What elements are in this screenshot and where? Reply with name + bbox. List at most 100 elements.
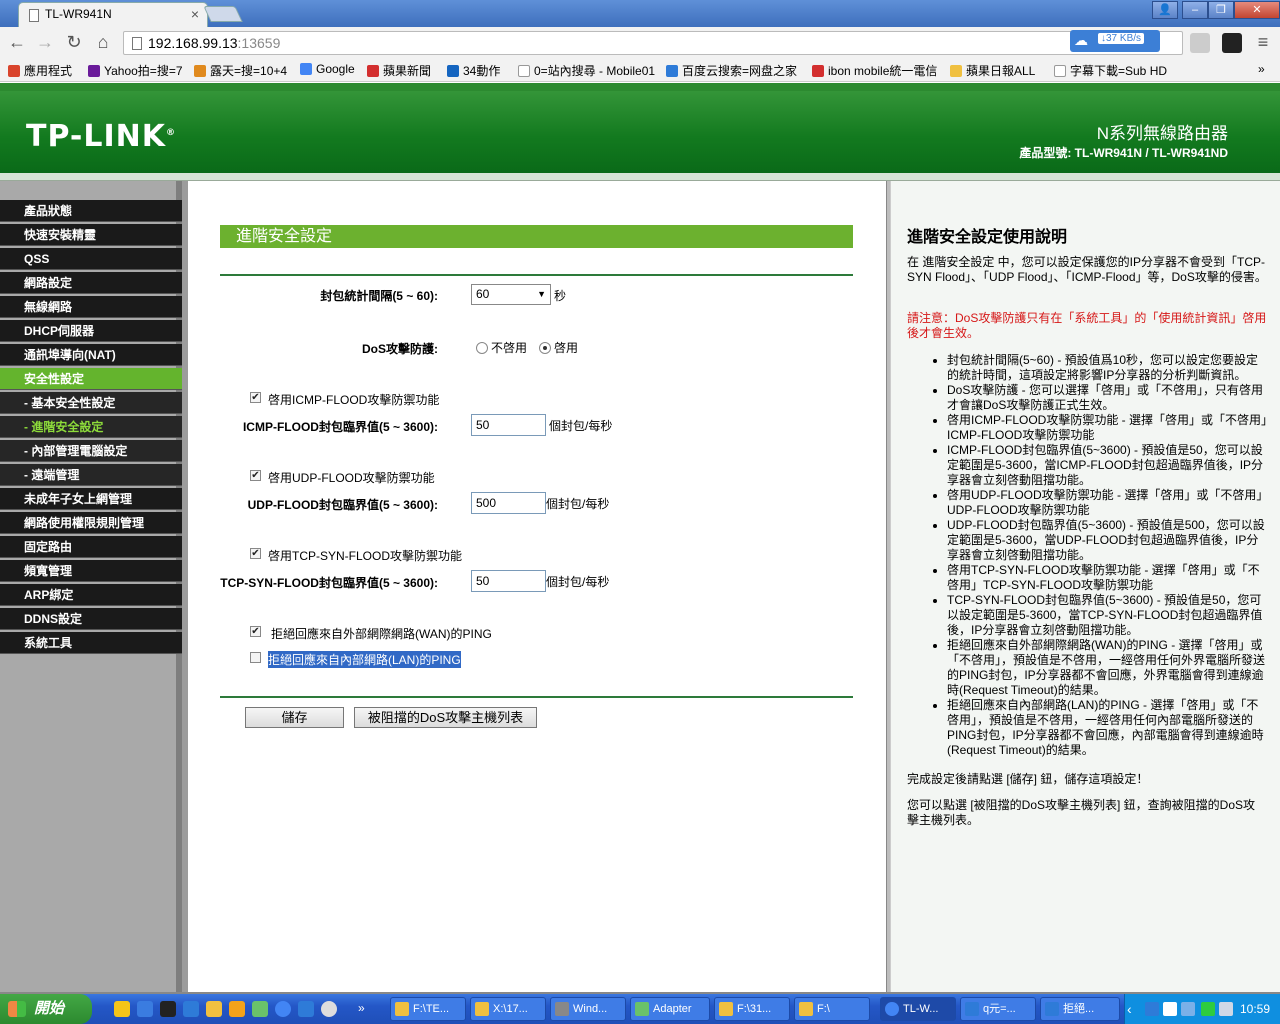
taskbar-button[interactable]: TL-W... bbox=[880, 997, 956, 1021]
task-label: q元=... bbox=[983, 1003, 1016, 1015]
chrome-icon[interactable] bbox=[275, 1001, 291, 1017]
quicklaunch-icon[interactable] bbox=[229, 1001, 245, 1017]
download-speed-extension[interactable]: ☁ ↓37 KB/s bbox=[1070, 30, 1160, 52]
bookmarks-overflow-icon[interactable]: » bbox=[1258, 62, 1265, 76]
icmp-enable-checkbox[interactable]: ✔ bbox=[250, 392, 261, 403]
extension-icon[interactable] bbox=[1190, 33, 1210, 53]
taskbar-button[interactable]: 拒絕... bbox=[1040, 997, 1120, 1021]
sidebar-item-advanced-security[interactable]: - 進階安全設定 bbox=[0, 416, 182, 438]
header-separator bbox=[0, 173, 1280, 181]
quicklaunch-icon[interactable] bbox=[298, 1001, 314, 1017]
browser-tab[interactable]: TL-WR941N × bbox=[18, 2, 208, 28]
product-line: N系列無線路由器 bbox=[1096, 124, 1228, 143]
save-button[interactable]: 儲存 bbox=[245, 707, 344, 728]
folder-icon bbox=[475, 1002, 489, 1016]
bookmark-ruten[interactable]: 露天=搜=10+4 bbox=[194, 62, 287, 79]
bookmark-apple-news[interactable]: 蘋果新聞 bbox=[367, 62, 431, 79]
sidebar-item-system-tools[interactable]: 系統工具 bbox=[0, 632, 182, 654]
sidebar-item-ddns[interactable]: DDNS設定 bbox=[0, 608, 182, 630]
taskbar-button[interactable]: q元=... bbox=[960, 997, 1036, 1021]
tray-icon[interactable] bbox=[1201, 1002, 1215, 1016]
forward-icon[interactable]: → bbox=[34, 31, 56, 53]
tcp-enable-checkbox[interactable]: ✔ bbox=[250, 548, 261, 559]
dos-enable-radio[interactable] bbox=[539, 342, 551, 354]
bookmark-ibon[interactable]: ibon mobile統一電信 bbox=[812, 62, 937, 79]
quicklaunch-icon[interactable] bbox=[321, 1001, 337, 1017]
sidebar-item-access-control[interactable]: 網路使用權限規則管理 bbox=[0, 512, 182, 534]
chrome-menu-icon[interactable]: ≡ bbox=[1252, 31, 1274, 53]
bookmark-apps[interactable]: 應用程式 bbox=[8, 62, 72, 79]
close-window-button[interactable]: ✕ bbox=[1234, 1, 1280, 19]
minimize-button[interactable]: – bbox=[1182, 1, 1208, 19]
sidebar-item-bandwidth[interactable]: 頻寬管理 bbox=[0, 560, 182, 582]
tray-icon[interactable] bbox=[1145, 1002, 1159, 1016]
udp-threshold-input[interactable]: 500 bbox=[471, 492, 546, 514]
taskbar-button[interactable]: F:\TE... bbox=[390, 997, 466, 1021]
sidebar-item-arp-binding[interactable]: ARP綁定 bbox=[0, 584, 182, 606]
quicklaunch-icon[interactable] bbox=[183, 1001, 199, 1017]
page-icon bbox=[132, 37, 142, 50]
sidebar-item-wireless[interactable]: 無線網路 bbox=[0, 296, 182, 318]
interval-select[interactable]: 60 ▼ bbox=[471, 284, 551, 305]
bookmark-subhd[interactable]: 字幕下載=Sub HD bbox=[1054, 62, 1167, 79]
dos-disable-radio[interactable] bbox=[476, 342, 488, 354]
lan-ping-checkbox[interactable] bbox=[250, 652, 261, 663]
sidebar-item-dhcp[interactable]: DHCP伺服器 bbox=[0, 320, 182, 342]
quicklaunch-icon[interactable] bbox=[137, 1001, 153, 1017]
sidebar-item-nat[interactable]: 通訊埠導向(NAT) bbox=[0, 344, 182, 366]
quicklaunch-overflow-icon[interactable]: » bbox=[358, 1001, 374, 1017]
address-bar[interactable]: 192.168.99.13:13659 bbox=[123, 31, 1183, 55]
hhp-icon bbox=[447, 65, 459, 77]
maximize-button[interactable]: ❐ bbox=[1208, 1, 1234, 19]
dos-enable-label: 啓用 bbox=[554, 341, 579, 355]
tray-collapse-icon[interactable]: ‹ bbox=[1127, 1002, 1141, 1016]
taskbar-button[interactable]: F:\ bbox=[794, 997, 870, 1021]
quicklaunch-icon[interactable] bbox=[252, 1001, 268, 1017]
task-label: X:\17... bbox=[493, 1003, 528, 1015]
quicklaunch-icon[interactable] bbox=[160, 1001, 176, 1017]
bookmark-34[interactable]: 34動作 bbox=[447, 62, 500, 79]
icmp-threshold-input[interactable]: 50 bbox=[471, 414, 546, 436]
sidebar-item-status[interactable]: 產品狀態 bbox=[0, 200, 182, 222]
back-icon[interactable]: ← bbox=[6, 31, 28, 53]
tray-icon[interactable] bbox=[1181, 1002, 1195, 1016]
bookmark-mobile01[interactable]: 0=站內搜尋 - Mobile01 bbox=[518, 62, 655, 79]
bookmark-baidu[interactable]: 百度云搜索=网盘之家 bbox=[666, 62, 797, 79]
sidebar-item-local-management[interactable]: - 內部管理電腦設定 bbox=[0, 440, 182, 462]
quicklaunch-icon[interactable] bbox=[206, 1001, 222, 1017]
folder-icon bbox=[395, 1002, 409, 1016]
sidebar-item-quick-setup[interactable]: 快速安裝精靈 bbox=[0, 224, 182, 246]
sidebar-item-static-routing[interactable]: 固定路由 bbox=[0, 536, 182, 558]
home-icon[interactable]: ⌂ bbox=[92, 31, 114, 53]
taskbar-button[interactable]: Adapter bbox=[630, 997, 710, 1021]
taskbar-button[interactable]: F:\31... bbox=[714, 997, 790, 1021]
bookmark-yahoo[interactable]: Yahoo拍=搜=7 bbox=[88, 62, 183, 79]
close-tab-icon[interactable]: × bbox=[191, 6, 199, 22]
bookmark-folder-apple[interactable]: 蘋果日報ALL bbox=[950, 62, 1035, 79]
sidebar-item-basic-security[interactable]: - 基本安全性設定 bbox=[0, 392, 182, 414]
start-button[interactable]: 開始 bbox=[0, 994, 92, 1024]
sidebar-item-qss[interactable]: QSS bbox=[0, 248, 182, 270]
new-tab-button[interactable] bbox=[203, 6, 243, 22]
ruten-icon bbox=[194, 65, 206, 77]
sidebar-item-parental-control[interactable]: 未成年子女上網管理 bbox=[0, 488, 182, 510]
tcp-threshold-input[interactable]: 50 bbox=[471, 570, 546, 592]
tray-icon[interactable] bbox=[1219, 1002, 1233, 1016]
sidebar-item-network[interactable]: 網路設定 bbox=[0, 272, 182, 294]
sidebar-menu: 產品狀態 快速安裝精靈 QSS 網路設定 無線網路 DHCP伺服器 通訊埠導向(… bbox=[0, 181, 188, 992]
extension-icon[interactable] bbox=[1222, 33, 1242, 53]
reload-icon[interactable]: ↻ bbox=[63, 31, 85, 53]
blocked-hosts-button[interactable]: 被阻擋的DoS攻擊主機列表 bbox=[354, 707, 537, 728]
taskbar-button[interactable]: Wind... bbox=[550, 997, 626, 1021]
user-profile-button[interactable]: 👤 bbox=[1152, 1, 1178, 19]
taskbar-button[interactable]: X:\17... bbox=[470, 997, 546, 1021]
tray-icon[interactable] bbox=[1163, 1002, 1177, 1016]
wan-ping-checkbox[interactable]: ✔ bbox=[250, 626, 261, 637]
bookmark-label: 34動作 bbox=[463, 64, 501, 78]
udp-enable-checkbox[interactable]: ✔ bbox=[250, 470, 261, 481]
bookmark-google[interactable]: Google bbox=[300, 62, 355, 76]
quicklaunch-icon[interactable] bbox=[114, 1001, 130, 1017]
sidebar-item-security[interactable]: 安全性設定 bbox=[0, 368, 182, 390]
sidebar-item-remote-management[interactable]: - 遠端管理 bbox=[0, 464, 182, 486]
speed-readout: ↓37 KB/s bbox=[1098, 33, 1145, 44]
